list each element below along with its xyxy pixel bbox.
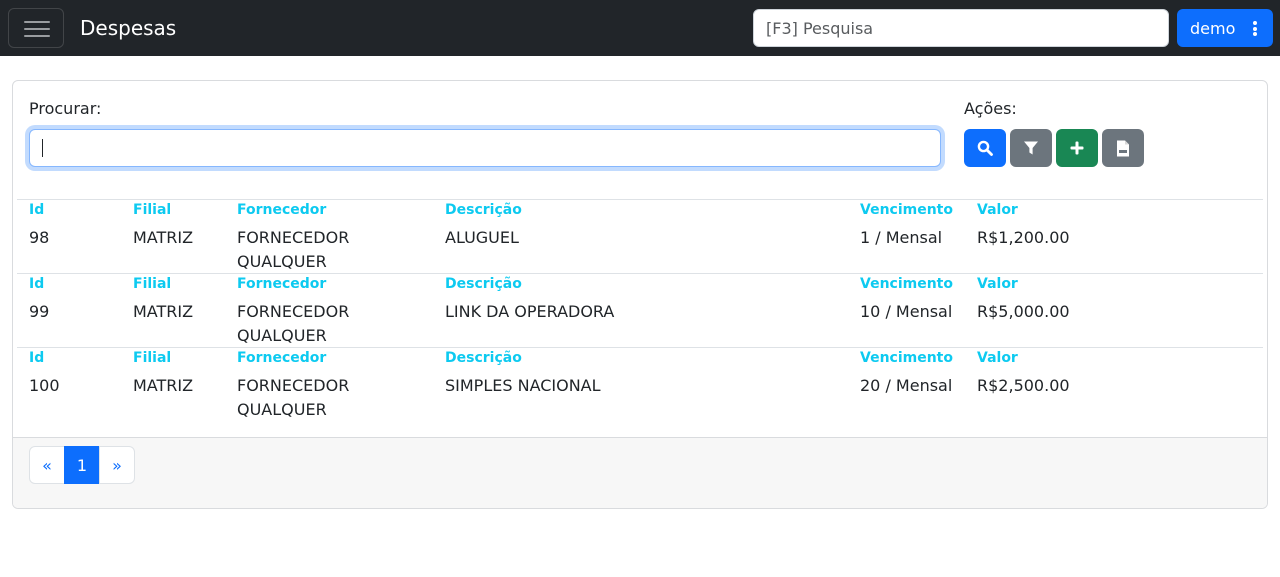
column-header-vencimento: Vencimento <box>860 350 953 366</box>
search-button[interactable] <box>964 129 1006 167</box>
user-menu-button[interactable]: demo <box>1177 9 1273 47</box>
cell-valor: R$1,200.00 <box>977 228 1070 247</box>
export-csv-button[interactable] <box>1102 129 1144 167</box>
cell-fornecedor: FORNECEDOR QUALQUER <box>237 376 350 419</box>
cell-descricao: LINK DA OPERADORA <box>445 302 615 321</box>
column-header-descricao: Descrição <box>445 276 522 292</box>
column-header-id: Id <box>29 202 45 218</box>
filter-button[interactable] <box>1010 129 1052 167</box>
cell-fornecedor: FORNECEDOR QUALQUER <box>237 228 350 271</box>
cell-id: 98 <box>29 228 50 247</box>
column-header-vencimento: Vencimento <box>860 202 953 218</box>
search-label: Procurar: <box>29 99 102 118</box>
column-header-valor: Valor <box>977 350 1018 366</box>
page-title: Despesas <box>80 16 177 40</box>
table-row: Id 98 Filial MATRIZ Fornecedor FORNECEDOR QUA… <box>17 199 1263 273</box>
column-header-valor: Valor <box>977 202 1018 218</box>
cell-filial: MATRIZ <box>133 302 194 321</box>
column-header-fornecedor: Fornecedor <box>237 276 327 292</box>
add-button[interactable] <box>1056 129 1098 167</box>
column-header-id: Id <box>29 276 45 292</box>
column-header-valor: Valor <box>977 276 1018 292</box>
pagination: « 1 » <box>29 446 135 484</box>
user-name: demo <box>1190 18 1236 38</box>
column-header-id: Id <box>29 350 45 366</box>
kebab-menu-icon <box>1253 21 1257 36</box>
cell-fornecedor: FORNECEDOR QUALQUER <box>237 302 350 345</box>
search-input[interactable] <box>29 129 941 167</box>
column-header-filial: Filial <box>133 276 172 292</box>
column-header-vencimento: Vencimento <box>860 276 953 292</box>
cell-descricao: ALUGUEL <box>445 228 519 247</box>
cell-id: 100 <box>29 376 60 395</box>
top-navbar: Despesas demo <box>0 0 1280 56</box>
cell-vencimento: 10 / Mensal <box>860 302 953 321</box>
search-icon <box>977 140 993 156</box>
card-footer: « 1 » <box>13 437 1267 508</box>
text-caret <box>42 139 43 157</box>
global-search-input[interactable] <box>753 9 1169 47</box>
cell-descricao: SIMPLES NACIONAL <box>445 376 601 395</box>
cell-vencimento: 1 / Mensal <box>860 228 943 247</box>
page-link-current[interactable]: 1 <box>64 446 100 484</box>
next-page-link[interactable]: » <box>99 446 135 484</box>
column-header-fornecedor: Fornecedor <box>237 350 327 366</box>
plus-icon <box>1070 141 1084 155</box>
cell-filial: MATRIZ <box>133 228 194 247</box>
cell-valor: R$2,500.00 <box>977 376 1070 395</box>
column-header-filial: Filial <box>133 350 172 366</box>
prev-page-link[interactable]: « <box>29 446 65 484</box>
cell-valor: R$5,000.00 <box>977 302 1070 321</box>
menu-toggle-button[interactable] <box>8 8 64 48</box>
cell-id: 99 <box>29 302 50 321</box>
column-header-filial: Filial <box>133 202 172 218</box>
filter-icon <box>1024 141 1038 155</box>
column-header-fornecedor: Fornecedor <box>237 202 327 218</box>
expenses-card: Procurar: Ações: Id 98 Filial MATRIZ Fornece… <box>12 80 1268 509</box>
expenses-list: Id 98 Filial MATRIZ Fornecedor FORNECEDOR QUA… <box>17 199 1263 421</box>
actions-label: Ações: <box>964 99 1017 118</box>
hamburger-icon <box>24 21 50 23</box>
cell-filial: MATRIZ <box>133 376 194 395</box>
table-row: Id 100 Filial MATRIZ Fornecedor FORNECEDOR QU… <box>17 347 1263 421</box>
cell-vencimento: 20 / Mensal <box>860 376 953 395</box>
column-header-descricao: Descrição <box>445 202 522 218</box>
column-header-descricao: Descrição <box>445 350 522 366</box>
csv-file-icon <box>1117 140 1129 156</box>
table-row: Id 99 Filial MATRIZ Fornecedor FORNECEDOR QUA… <box>17 273 1263 347</box>
